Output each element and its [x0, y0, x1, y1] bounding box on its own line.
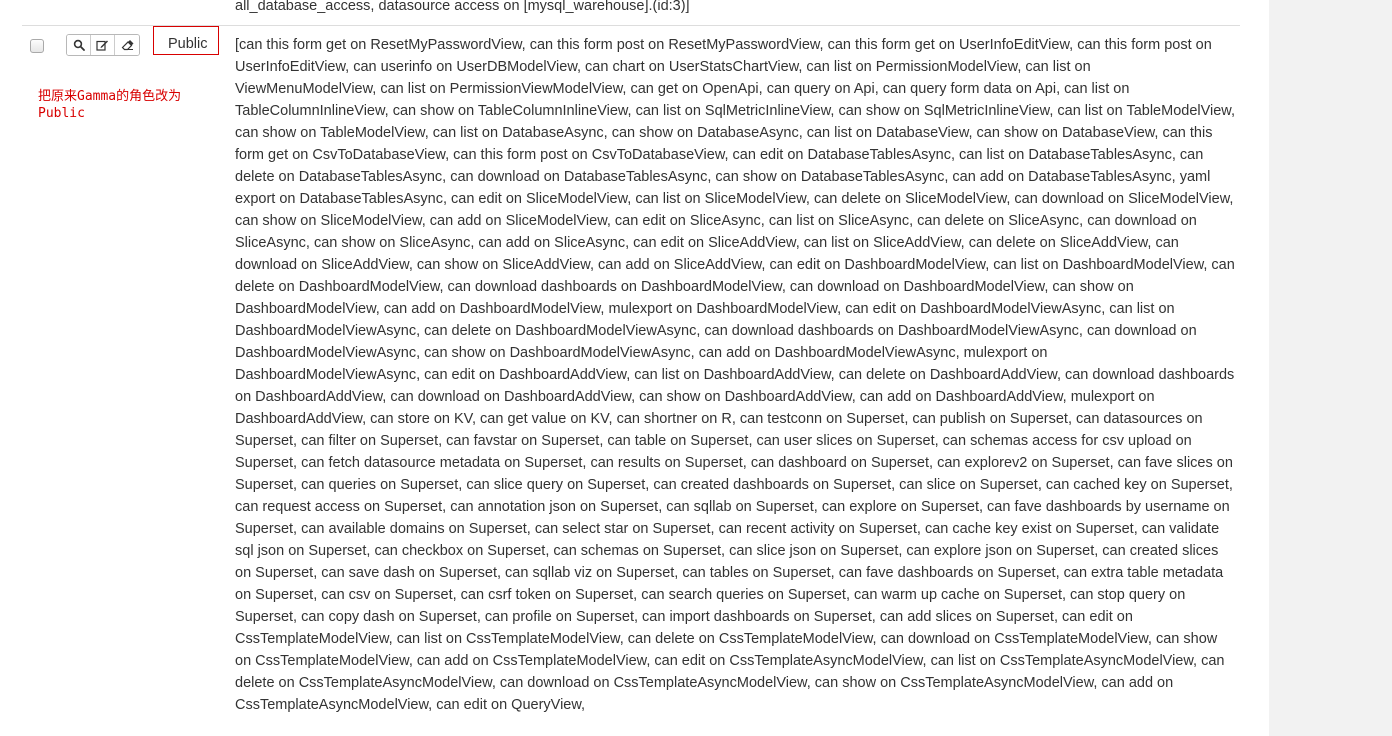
annotation-note: 把原来Gamma的角色改为Public [38, 89, 182, 121]
edit-record-button[interactable] [91, 35, 115, 55]
annotation-highlight-box [153, 26, 219, 55]
role-permissions: [can this form get on ResetMyPasswordVie… [235, 37, 1236, 713]
roles-list-page: all_database_access, datasource access o… [0, 0, 1392, 736]
previous-row-permissions: all_database_access, datasource access o… [235, 0, 690, 14]
eraser-icon [121, 40, 133, 51]
delete-record-button[interactable] [115, 35, 139, 55]
row-actions [66, 34, 140, 56]
row-select-checkbox[interactable] [30, 39, 44, 53]
show-record-button[interactable] [67, 35, 91, 55]
edit-icon [96, 40, 108, 51]
search-icon [73, 39, 85, 51]
right-gutter [1269, 0, 1392, 736]
